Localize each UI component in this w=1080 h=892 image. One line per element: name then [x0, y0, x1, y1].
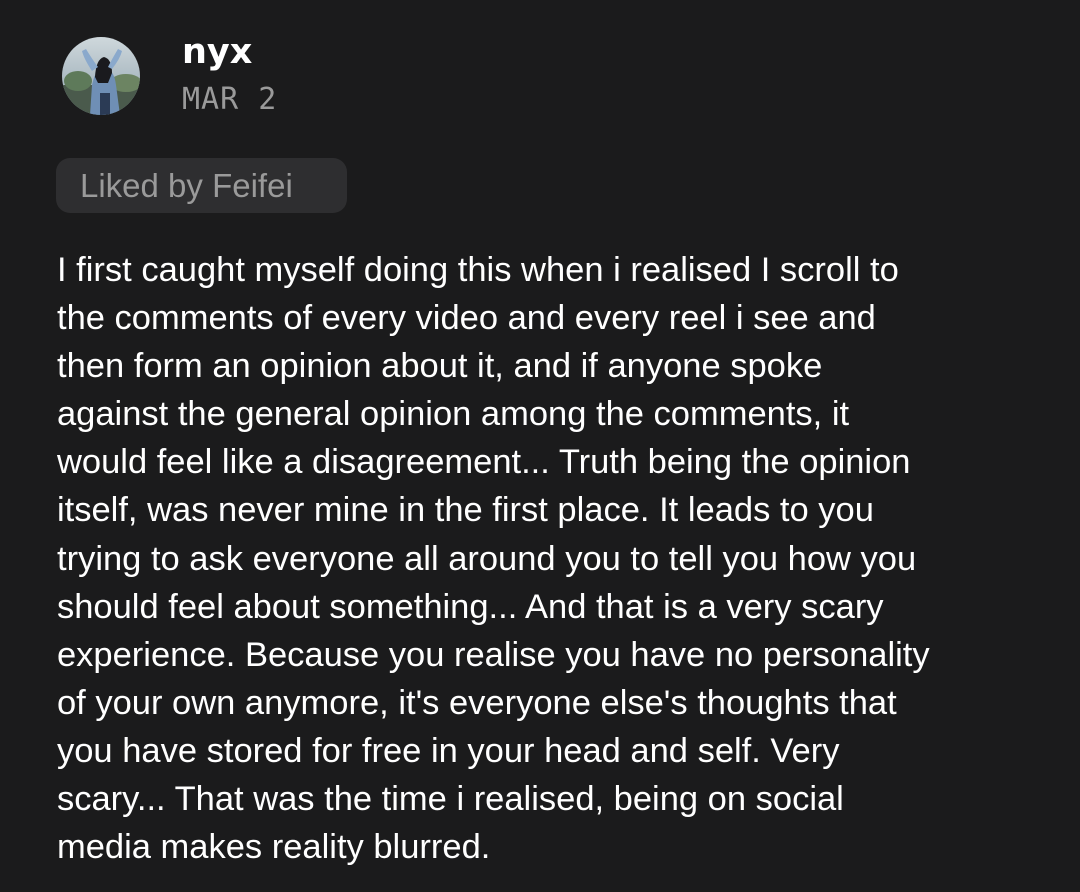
post-body: I first caught myself doing this when i …: [57, 246, 930, 871]
post-body-line: you have stored for free in your head an…: [57, 731, 840, 770]
post-body-line: trying to ask everyone all around you to…: [57, 539, 917, 578]
post-body-line: against the general opinion among the co…: [57, 395, 850, 434]
avatar[interactable]: [62, 37, 140, 115]
post-body-line: itself, was never mine in the first plac…: [57, 491, 874, 530]
post-body-line: of your own anymore, it's everyone else'…: [57, 683, 897, 722]
avatar-photo: [62, 37, 140, 115]
post-body-line: scary... That was the time i realised, b…: [57, 780, 844, 819]
post-body-line: would feel like a disagreement... Truth …: [57, 443, 911, 482]
username[interactable]: nyx: [182, 28, 252, 76]
post-body-line: experience. Because you realise you have…: [57, 635, 930, 674]
post-body-line: I first caught myself doing this when i …: [57, 251, 899, 289]
post-body-line: then form an opinion about it, and if an…: [57, 347, 823, 386]
post-body-line: media makes reality blurred.: [57, 828, 491, 867]
post-body-line: should feel about something... And that …: [57, 587, 884, 626]
liked-by-badge[interactable]: Liked by Feifei: [56, 158, 347, 213]
post-body-line: the comments of every video and every re…: [57, 299, 876, 338]
post-date: MAR 2: [182, 82, 278, 117]
comment-screen: nyx MAR 2 Liked by Feifei I first caught…: [0, 0, 1080, 892]
